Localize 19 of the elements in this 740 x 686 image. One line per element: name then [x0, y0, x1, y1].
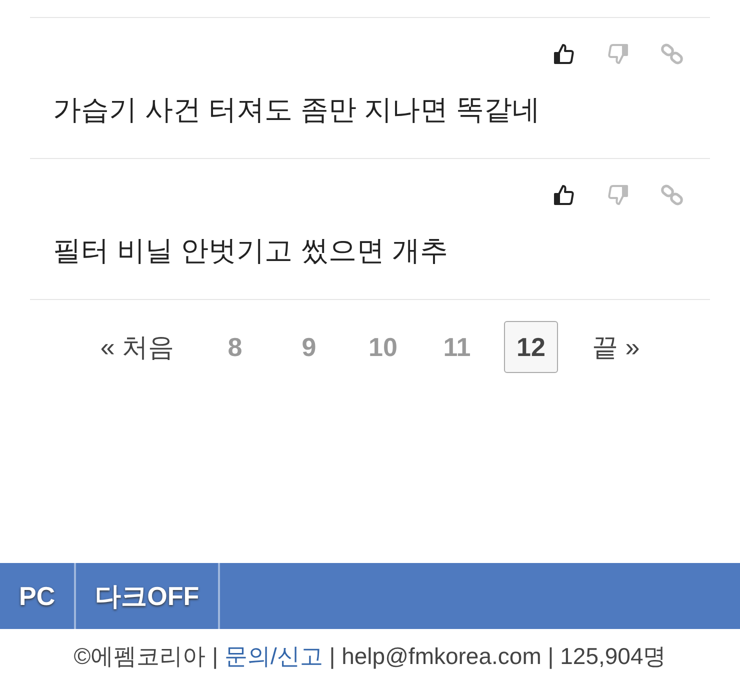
page-link[interactable]: 8 — [208, 321, 262, 373]
page-link[interactable]: 11 — [430, 321, 484, 373]
footer-text: ©에펨코리아 | 문의/신고 | help@fmkorea.com | 125,904명 — [72, 642, 668, 671]
footer-button[interactable]: 다크OFF — [76, 563, 220, 629]
link-icon[interactable] — [660, 42, 684, 66]
comment-text: 가습기 사건 터져도 좀만 지나면 똑같네 — [52, 93, 541, 127]
first-page-link[interactable]: « 처음 — [86, 330, 188, 364]
page-link[interactable]: 9 — [282, 321, 336, 373]
page-link[interactable]: 12 — [504, 321, 558, 373]
page-link[interactable]: 10 — [356, 321, 410, 373]
thumbs-down-icon[interactable] — [606, 42, 630, 66]
last-page-link[interactable]: 끝 » — [578, 330, 654, 364]
footer-button[interactable]: PC — [0, 563, 76, 629]
thumbs-up-icon[interactable] — [552, 42, 576, 66]
contact-link[interactable]: 문의/신고 — [224, 643, 323, 669]
thumbs-up-icon[interactable] — [552, 183, 576, 207]
thumbs-down-icon[interactable] — [606, 183, 630, 207]
comment-text: 필터 비닐 안벗기고 썼으면 개추 — [52, 234, 450, 268]
link-icon[interactable] — [660, 183, 684, 207]
